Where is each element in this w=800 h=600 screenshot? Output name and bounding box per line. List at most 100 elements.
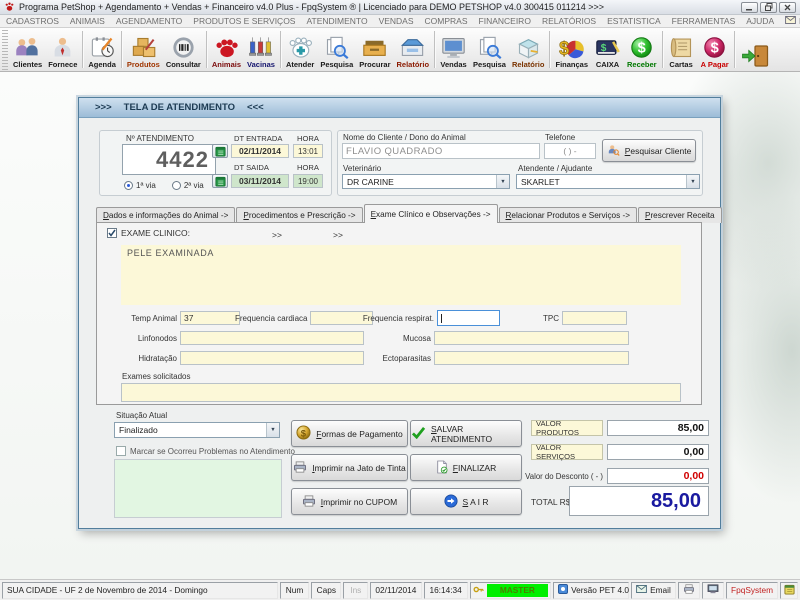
imprimir-cupom-button[interactable]: Imprimir no CUPOM [291, 488, 408, 515]
barcode-icon [170, 36, 197, 59]
imprimir-jato-button[interactable]: Imprimir na Jato de Tinta [291, 454, 408, 481]
menu-email[interactable]: E-MAIL [785, 16, 800, 26]
minimize-button[interactable] [741, 2, 758, 13]
toolbar-button-vacinas[interactable]: Vacinas [244, 29, 278, 70]
salvar-atendimento-button[interactable]: SALVAR ATENDIMENTO [410, 420, 522, 447]
via2-radio[interactable]: 2ª via [172, 181, 204, 190]
menu-agendamento[interactable]: AGENDAMENTO [116, 16, 182, 26]
status-monitor[interactable] [702, 582, 724, 599]
client-name-input[interactable]: FLAVIO QUADRADO [342, 143, 540, 159]
menu-vendas[interactable]: VENDAS [379, 16, 414, 26]
exam-checkbox[interactable] [107, 228, 117, 238]
toolbar-button-pesquisa-atendimento[interactable]: Pesquisa [317, 29, 356, 70]
situation-dropdown[interactable]: Finalizado ▼ [114, 422, 280, 438]
ectoparasitas-input[interactable] [434, 351, 629, 365]
mucosa-input[interactable] [434, 331, 629, 345]
finalizar-button[interactable]: FINALIZAR [410, 454, 522, 481]
toolbar-label: CAIXA [596, 60, 619, 69]
toolbar-button-caixa[interactable]: $ CAIXA [591, 29, 624, 70]
menu-produtos-servicos[interactable]: PRODUTOS E SERVIÇOS [193, 16, 295, 26]
toolbar-button-pesquisa-vendas[interactable]: Pesquisa [470, 29, 509, 70]
entry-date-field[interactable]: 02/11/2014 [231, 144, 289, 158]
status-email[interactable]: Email [631, 582, 676, 599]
tpc-input[interactable] [562, 311, 627, 325]
menu-ferramentas[interactable]: FERRAMENTAS [672, 16, 736, 26]
vet-value: DR CARINE [343, 177, 496, 187]
dialog-title-pre: >>> [95, 102, 112, 113]
email-icon [636, 585, 647, 595]
menu-ajuda[interactable]: AJUDA [746, 16, 774, 26]
vet-dropdown[interactable]: DR CARINE ▼ [342, 174, 510, 189]
exit-calendar-button[interactable] [212, 174, 228, 188]
restore-button[interactable] [760, 2, 777, 13]
formas-pagamento-button[interactable]: $ Formas de Pagamento [291, 420, 408, 447]
chevron-down-icon: ▼ [266, 423, 279, 437]
toolbar-button-fornecedor[interactable]: Fornece [45, 29, 80, 70]
temp-input[interactable]: 37 [180, 311, 240, 325]
problem-checkbox-row: Marcar se Ocorreu Problemas no Atendimen… [116, 446, 295, 456]
tab-dados-animal[interactable]: Dados e informações do Animal -> [96, 207, 235, 223]
menu-financeiro[interactable]: FINANCEIRO [479, 16, 531, 26]
problem-checkbox-label: Marcar se Ocorreu Problemas no Atendimen… [130, 447, 295, 456]
exit-date-field[interactable]: 03/11/2014 [231, 174, 289, 188]
freq-respirat-input[interactable] [437, 310, 500, 326]
status-printer[interactable] [678, 582, 700, 599]
close-button[interactable] [779, 2, 796, 13]
toolbar-button-clientes[interactable]: Clientes [10, 29, 45, 70]
exames-solicitados-input[interactable] [121, 383, 681, 402]
entry-calendar-button[interactable] [212, 144, 228, 158]
toolbar-button-procurar[interactable]: Procurar [356, 29, 393, 70]
menu-cadastros[interactable]: CADASTROS [6, 16, 59, 26]
toolbar-button-vendas[interactable]: Vendas [437, 29, 470, 70]
toolbar-button-financas[interactable]: $ Finanças [552, 29, 591, 70]
toolbar-button-produtos[interactable]: Produtos [124, 29, 163, 70]
via1-radio[interactable]: 1ª via [124, 181, 156, 190]
toolbar-button-receber[interactable]: $ Receber [624, 29, 660, 70]
svg-text:$: $ [301, 428, 307, 438]
toolbar-button-relatorio-atendimento[interactable]: Relatório [394, 29, 433, 70]
svg-text:$: $ [711, 41, 719, 57]
client-name-label: Nome do Cliente / Dono do Animal [343, 133, 466, 142]
menu-relatorios[interactable]: RELATÓRIOS [542, 16, 596, 26]
status-calendar[interactable] [780, 582, 798, 599]
toolbar-button-a-pagar[interactable]: $ A Pagar [698, 29, 732, 70]
situation-label: Situação Atual [116, 411, 167, 420]
menu-compras[interactable]: COMPRAS [425, 16, 468, 26]
toolbar-button-animais[interactable]: Animais [209, 29, 244, 70]
tab-procedimentos[interactable]: Procedimentos e Prescrição -> [236, 207, 362, 223]
toolbar-button-consultar[interactable]: Consultar [163, 29, 204, 70]
tab-relacionar-produtos[interactable]: Relacionar Produtos e Serviços -> [499, 207, 637, 223]
menu-estatistica[interactable]: ESTATISTICA [607, 16, 661, 26]
toolbar-button-atender[interactable]: Atender [283, 29, 317, 70]
problem-notes-box[interactable] [114, 459, 282, 518]
toolbar-button-cartas[interactable]: Cartas [665, 29, 698, 70]
toolbar-label: Finanças [555, 60, 588, 69]
coin-icon: $ [296, 425, 311, 442]
toolbar-button-exit[interactable] [737, 29, 773, 70]
products-boxes-icon [130, 36, 157, 59]
dialog-title-post: <<< [247, 102, 264, 113]
search-client-button[interactable]: Pesquisar Cliente [602, 139, 696, 162]
phone-input[interactable]: ( ) - [544, 143, 596, 159]
sair-button[interactable]: S A I R [410, 488, 522, 515]
hidratacao-label: Hidratação [117, 354, 177, 363]
person-search-icon [607, 144, 620, 158]
printer-icon [302, 495, 316, 509]
tab-exame-clinico[interactable]: Exame Clínico e Observações -> [364, 204, 498, 223]
toolbar-separator [434, 31, 435, 68]
linfonodos-input[interactable] [180, 331, 364, 345]
menu-animais[interactable]: ANIMAIS [70, 16, 105, 26]
hidratacao-input[interactable] [180, 351, 364, 365]
tab-prescrever-receita[interactable]: Prescrever Receita [638, 207, 722, 223]
toolbar-button-agenda[interactable]: Agenda [85, 29, 119, 70]
entry-hour-field[interactable]: 13:01 [293, 144, 323, 158]
attendant-dropdown[interactable]: SKARLET ▼ [516, 174, 700, 189]
menu-atendimento[interactable]: ATENDIMENTO [306, 16, 367, 26]
exam-notes-textarea[interactable]: PELE EXAMINADA [121, 245, 681, 305]
attendance-number-field[interactable]: 4422 [122, 144, 216, 175]
dialog-titlebar: >>> TELA DE ATENDIMENTO <<< [79, 98, 720, 118]
toolbar-label: Atender [286, 60, 314, 69]
exit-hour-field[interactable]: 19:00 [293, 174, 323, 188]
problem-checkbox[interactable] [116, 446, 126, 456]
toolbar-button-relatorio-vendas[interactable]: Relatório [509, 29, 548, 70]
